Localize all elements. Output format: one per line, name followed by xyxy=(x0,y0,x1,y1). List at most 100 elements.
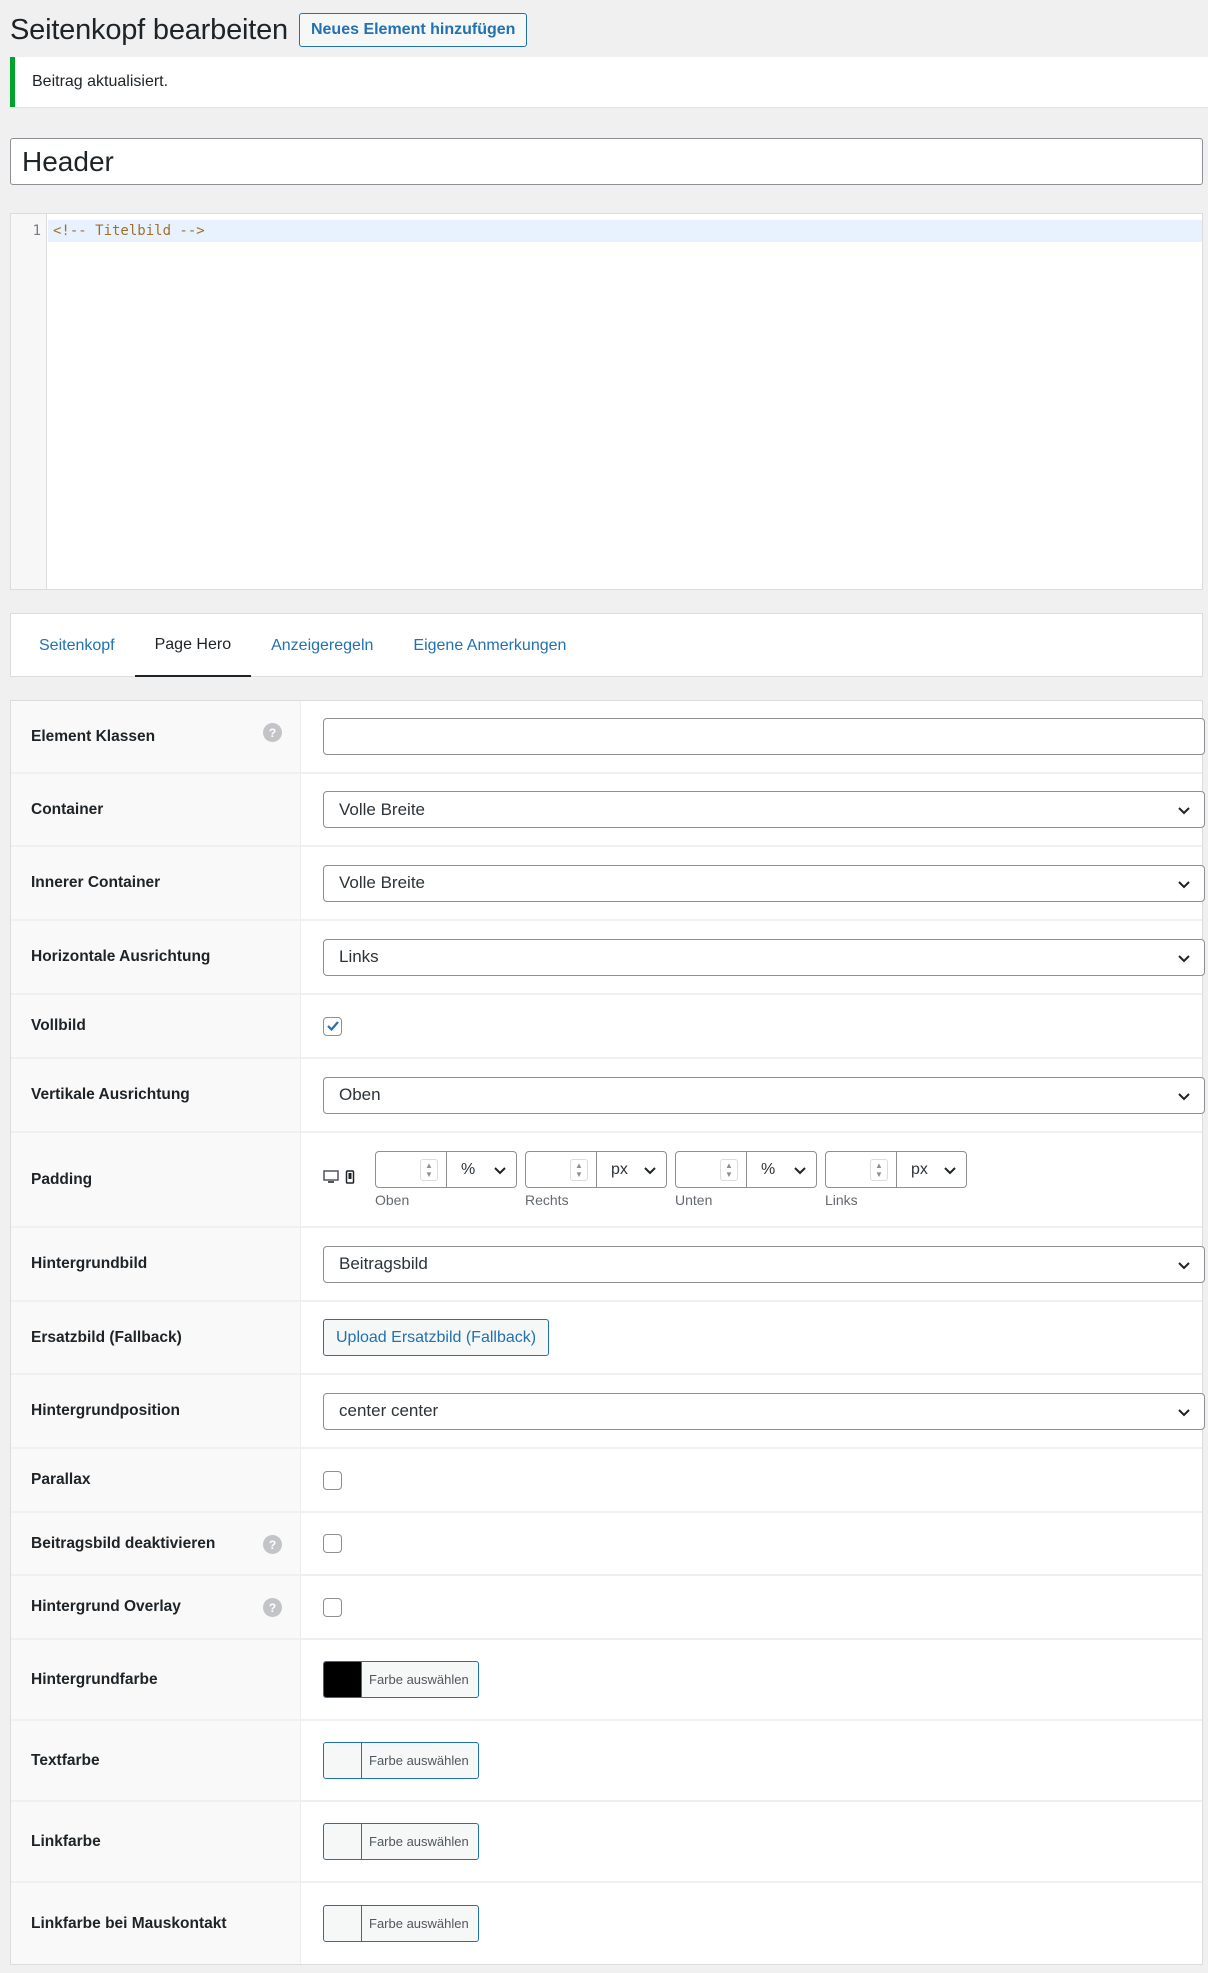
label-link-hover-color: Linkfarbe bei Mauskontakt xyxy=(11,1883,301,1964)
padding-left-input[interactable]: ▲ ▼ xyxy=(825,1151,897,1188)
chevron-down-icon xyxy=(794,1167,806,1175)
help-icon[interactable]: ? xyxy=(263,1535,282,1554)
stepper-icon[interactable]: ▲ ▼ xyxy=(870,1159,888,1181)
update-notice: Beitrag aktualisiert. xyxy=(10,57,1208,107)
background-position-value: center center xyxy=(339,1401,439,1420)
stepper-icon[interactable]: ▲ ▼ xyxy=(420,1159,438,1181)
row-disable-featured-image: Beitragsbild deaktivieren ? xyxy=(11,1513,1202,1576)
chevron-down-icon xyxy=(1178,1092,1190,1100)
color-picker-label: Farbe auswählen xyxy=(369,1834,469,1849)
settings-tabs: Seitenkopf Page Hero Anzeigeregeln Eigen… xyxy=(10,613,1203,677)
upload-fallback-button[interactable]: Upload Ersatzbild (Fallback) xyxy=(323,1319,550,1356)
tab-anzeigeregeln[interactable]: Anzeigeregeln xyxy=(251,614,393,677)
row-background-position: Hintergrundposition center center xyxy=(11,1375,1205,1449)
padding-top-unit: % xyxy=(461,1160,476,1178)
label-horizontal-alignment: Horizontale Ausrichtung xyxy=(11,921,301,993)
background-image-select[interactable]: Beitragsbild xyxy=(323,1245,1205,1283)
device-switcher xyxy=(323,1169,355,1184)
row-background-overlay: Hintergrund Overlay ? xyxy=(11,1576,1202,1640)
link-hover-color-picker[interactable]: Farbe auswählen xyxy=(323,1905,479,1942)
color-swatch xyxy=(324,1743,362,1778)
padding-bottom-input[interactable]: ▲ ▼ xyxy=(675,1151,747,1188)
label-link-color: Linkfarbe xyxy=(11,1802,301,1881)
label-padding: Padding xyxy=(11,1133,301,1226)
padding-left-group: ▲ ▼ px Links xyxy=(825,1151,967,1208)
inner-container-select[interactable]: Volle Breite xyxy=(323,864,1205,902)
row-link-color: Linkfarbe Farbe auswählen xyxy=(11,1802,1202,1883)
tab-eigene-anmerkungen[interactable]: Eigene Anmerkungen xyxy=(393,614,586,677)
label-container: Container xyxy=(11,774,301,845)
label-text-color: Textfarbe xyxy=(11,1721,301,1800)
label-fullscreen: Vollbild xyxy=(11,995,301,1057)
padding-left-unit-select[interactable]: px xyxy=(897,1151,967,1188)
padding-right-unit-select[interactable]: px xyxy=(597,1151,667,1188)
padding-bottom-unit: % xyxy=(761,1160,776,1178)
label-disable-featured-image: Beitragsbild deaktivieren ? xyxy=(11,1513,301,1574)
chevron-down-icon xyxy=(944,1167,956,1175)
row-parallax: Parallax xyxy=(11,1449,1202,1513)
fullscreen-checkbox[interactable] xyxy=(323,1016,342,1036)
vertical-alignment-select[interactable]: Oben xyxy=(323,1076,1205,1114)
code-editor[interactable]: 1 <!-- Titelbild --> xyxy=(10,213,1203,590)
background-image-value: Beitragsbild xyxy=(339,1254,428,1273)
row-element-classes: Element Klassen ? xyxy=(11,701,1205,774)
label-background-overlay: Hintergrund Overlay ? xyxy=(11,1576,301,1638)
row-vertical-alignment: Vertikale Ausrichtung Oben xyxy=(11,1059,1205,1133)
padding-left-unit: px xyxy=(911,1160,928,1178)
container-select[interactable]: Volle Breite xyxy=(323,791,1205,828)
chevron-down-icon xyxy=(1178,1408,1190,1416)
label-text: Element Klassen xyxy=(31,727,156,745)
mobile-icon[interactable] xyxy=(345,1169,355,1184)
row-container: Container Volle Breite xyxy=(11,774,1205,847)
horizontal-alignment-select[interactable]: Links xyxy=(323,938,1205,976)
padding-right-caption: Rechts xyxy=(525,1192,569,1208)
add-new-element-button[interactable]: Neues Element hinzufügen xyxy=(298,13,528,47)
help-icon[interactable]: ? xyxy=(263,1598,282,1617)
row-link-hover-color: Linkfarbe bei Mauskontakt Farbe auswähle… xyxy=(11,1883,1202,1964)
line-number: 1 xyxy=(32,223,41,239)
label-fallback-image: Ersatzbild (Fallback) xyxy=(11,1302,301,1373)
text-color-picker[interactable]: Farbe auswählen xyxy=(323,1742,479,1779)
chevron-down-icon xyxy=(1178,1261,1190,1269)
label-element-classes: Element Klassen ? xyxy=(11,701,301,772)
tab-page-hero[interactable]: Page Hero xyxy=(134,614,252,677)
page-hero-settings: Element Klassen ? Container Volle Breite… xyxy=(10,700,1205,1965)
tab-seitenkopf[interactable]: Seitenkopf xyxy=(19,614,135,677)
padding-bottom-unit-select[interactable]: % xyxy=(747,1151,817,1188)
notice-text: Beitrag aktualisiert. xyxy=(32,73,169,90)
color-swatch xyxy=(324,1824,362,1859)
row-text-color: Textfarbe Farbe auswählen xyxy=(11,1721,1202,1802)
page-title: Seitenkopf bearbeiten xyxy=(10,13,288,46)
padding-right-unit: px xyxy=(611,1160,628,1178)
padding-right-input[interactable]: ▲ ▼ xyxy=(525,1151,597,1188)
row-horizontal-alignment: Horizontale Ausrichtung Links xyxy=(11,921,1205,995)
label-background-color: Hintergrundfarbe xyxy=(11,1640,301,1719)
chevron-down-icon xyxy=(644,1167,656,1175)
background-color-picker[interactable]: Farbe auswählen xyxy=(323,1661,479,1698)
chevron-down-icon xyxy=(1178,954,1190,962)
label-inner-container: Innerer Container xyxy=(11,847,301,919)
active-line-highlight xyxy=(48,220,1202,242)
element-classes-input[interactable] xyxy=(323,718,1205,755)
link-color-picker[interactable]: Farbe auswählen xyxy=(323,1823,479,1860)
parallax-checkbox[interactable] xyxy=(323,1470,342,1490)
padding-left-caption: Links xyxy=(825,1192,858,1208)
background-position-select[interactable]: center center xyxy=(323,1392,1205,1430)
padding-top-unit-select[interactable]: % xyxy=(447,1151,517,1188)
page-header: Seitenkopf bearbeiten Neues Element hinz… xyxy=(10,10,528,50)
row-background-color: Hintergrundfarbe Farbe auswählen xyxy=(11,1640,1202,1721)
vertical-alignment-value: Oben xyxy=(339,1085,381,1104)
container-value: Volle Breite xyxy=(339,799,425,819)
padding-bottom-group: ▲ ▼ % Unten xyxy=(675,1151,817,1208)
padding-top-input[interactable]: ▲ ▼ xyxy=(375,1151,447,1188)
chevron-down-icon xyxy=(494,1167,506,1175)
stepper-icon[interactable]: ▲ ▼ xyxy=(570,1159,588,1181)
stepper-icon[interactable]: ▲ ▼ xyxy=(720,1159,738,1181)
help-icon[interactable]: ? xyxy=(263,723,282,742)
desktop-icon[interactable] xyxy=(323,1169,339,1184)
code-line[interactable]: <!-- Titelbild --> xyxy=(53,223,205,239)
padding-top-caption: Oben xyxy=(375,1192,410,1208)
background-overlay-checkbox[interactable] xyxy=(323,1597,342,1617)
disable-featured-image-checkbox[interactable] xyxy=(323,1534,342,1553)
post-title-input[interactable]: Header xyxy=(10,138,1203,185)
